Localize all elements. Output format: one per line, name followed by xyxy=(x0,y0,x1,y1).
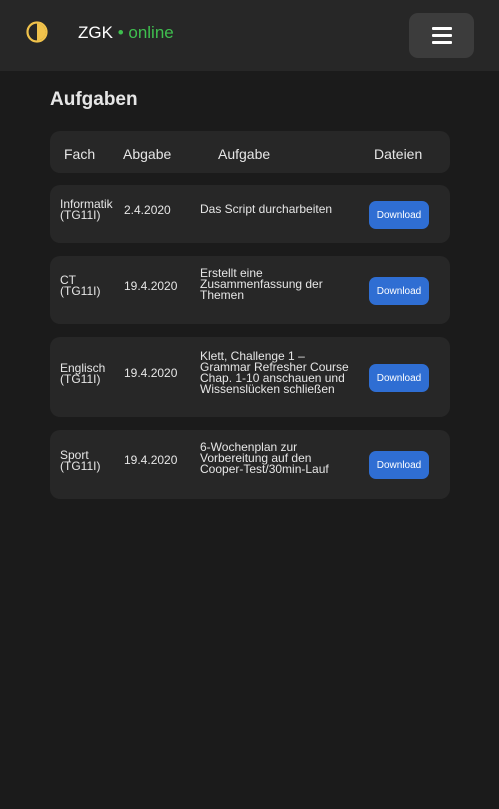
theme-toggle-icon[interactable] xyxy=(26,21,48,43)
header-files: Dateien xyxy=(374,146,423,162)
table-header: Fach Abgabe Aufgabe Dateien xyxy=(50,131,450,173)
subject-class: (TG11I) xyxy=(60,459,101,473)
page-title: Aufgaben xyxy=(50,89,138,110)
menu-button[interactable] xyxy=(409,13,474,58)
row-due-date: 19.4.2020 xyxy=(124,279,178,293)
row-subject: Informatik (TG11I) xyxy=(60,198,118,222)
brand-name: ZGK xyxy=(78,23,113,42)
row-task: Klett, Challenge 1 – Grammar Refresher C… xyxy=(200,350,350,396)
subject-class: (TG11I) xyxy=(60,208,101,222)
task-line: Cooper-Test/30min-Lauf xyxy=(200,462,329,476)
row-subject: Englisch (TG11I) xyxy=(60,362,118,386)
task-line: Themen xyxy=(200,288,245,302)
table-row: CT (TG11I) 19.4.2020 Erstellt eine Zusam… xyxy=(50,256,450,324)
row-subject: CT (TG11I) xyxy=(60,274,118,298)
row-subject: Sport (TG11I) xyxy=(60,449,118,473)
status-dot: • xyxy=(117,23,124,42)
header-task: Aufgabe xyxy=(218,146,271,162)
top-navbar: ZGK • online xyxy=(0,0,499,71)
row-task: 6-Wochenplan zur Vorbereitung auf den Co… xyxy=(200,441,350,476)
header-subject: Fach xyxy=(64,146,96,162)
table-row: Englisch (TG11I) 19.4.2020 Klett, Challe… xyxy=(50,337,450,417)
subject-class: (TG11I) xyxy=(60,372,101,386)
status-text: online xyxy=(128,23,174,42)
download-button[interactable]: Download xyxy=(369,277,429,305)
row-due-date: 2.4.2020 xyxy=(124,203,171,217)
download-button[interactable]: Download xyxy=(369,364,429,392)
table-row: Sport (TG11I) 19.4.2020 6-Wochenplan zur… xyxy=(50,430,450,499)
row-due-date: 19.4.2020 xyxy=(124,366,178,380)
table-row: Informatik (TG11I) 2.4.2020 Das Script d… xyxy=(50,185,450,243)
header-due: Abgabe xyxy=(123,146,172,162)
row-due-date: 19.4.2020 xyxy=(124,453,178,467)
subject-class: (TG11I) xyxy=(60,284,101,298)
brand[interactable]: ZGK • online xyxy=(78,23,174,43)
task-line: Das Script durcharbeiten xyxy=(200,202,333,216)
download-button[interactable]: Download xyxy=(369,451,429,479)
hamburger-menu-icon xyxy=(431,27,452,44)
row-task: Das Script durcharbeiten xyxy=(200,202,350,216)
download-button[interactable]: Download xyxy=(369,201,429,229)
task-line: Wissenslücken schließen xyxy=(200,382,335,396)
row-task: Erstellt eine Zusammenfassung der Themen xyxy=(200,267,350,302)
